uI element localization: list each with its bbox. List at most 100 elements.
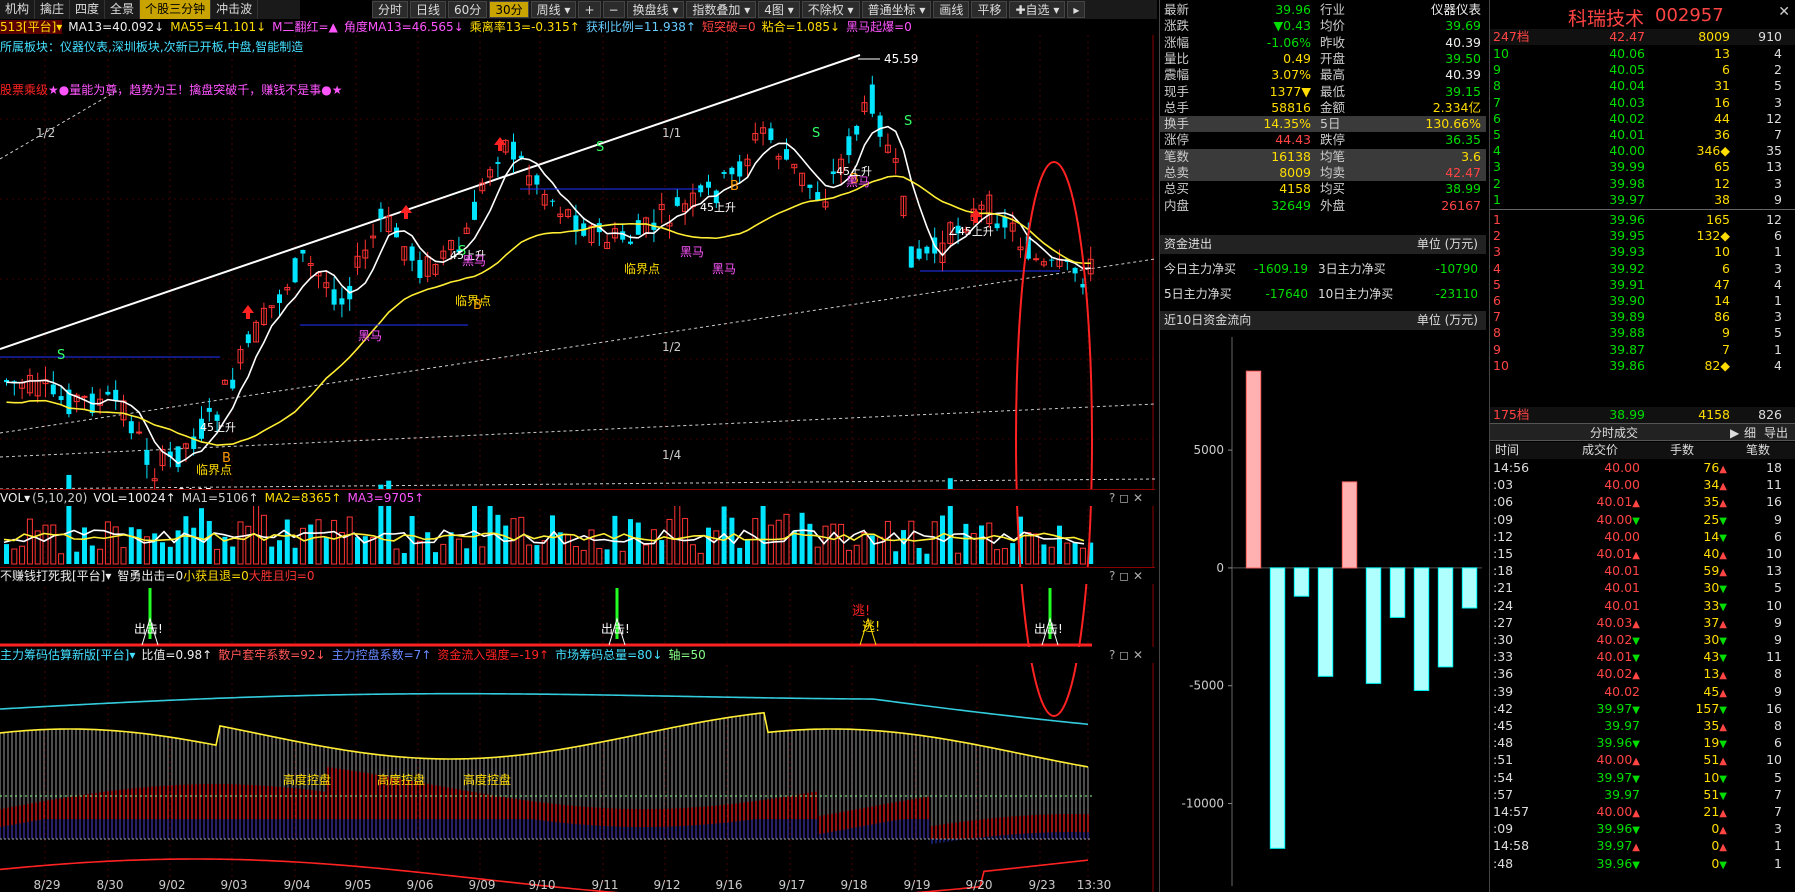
toolbar-left-item[interactable]: 四度 — [70, 0, 106, 19]
toolbar-left-item[interactable]: 冲击波 — [211, 0, 259, 19]
toolbar-right-item[interactable]: 4图 ▾ — [758, 1, 800, 18]
ma-formula-selector[interactable]: 513[平台]▾ — [0, 20, 63, 34]
quote-value: 39.15 — [1445, 83, 1481, 99]
sell-total-orders: 910 — [1758, 29, 1782, 44]
toolbar-right-item[interactable]: − — [602, 1, 625, 18]
x-axis-label: 9/06 — [407, 878, 434, 892]
volume-bar — [760, 505, 766, 564]
sell-price: 40.02 — [1609, 110, 1645, 126]
buy-level-row[interactable]: 3 39.93 10 1 — [1490, 244, 1795, 260]
sell-level-row[interactable]: 8 40.04 31 5 — [1490, 78, 1795, 94]
close-icon[interactable]: ✕ — [1778, 4, 1790, 20]
buy-level-row[interactable]: 8 39.88 9 5 — [1490, 325, 1795, 341]
buy-level-row[interactable]: 7 39.89 86 3 — [1490, 309, 1795, 325]
tick-count: 8 — [1774, 718, 1782, 733]
toolbar-right-item[interactable]: 平移 — [971, 1, 1008, 18]
sell-level-row[interactable]: 4 40.00 346◆ 35 — [1490, 143, 1795, 159]
vol-selector[interactable]: VOL▾ — [0, 491, 30, 505]
signal-a-value: 智勇出击=0 — [117, 569, 184, 583]
toolbar-right-item[interactable]: ✚自选 ▾ — [1009, 1, 1066, 18]
kline-chart-svg[interactable]: 1/21/11/21/445.5934.15SSSSSBBBB45上升45上升4… — [0, 19, 1155, 892]
toolbar-left-item[interactable]: 机构 — [0, 0, 36, 19]
sell-level-row[interactable]: 7 40.03 16 3 — [1490, 95, 1795, 111]
order-book-panel: 科瑞技术 002957 ✕ 247档 42.47 8009 910 10 40.… — [1489, 0, 1795, 892]
tick-time: :06 — [1493, 494, 1514, 510]
blackhorse-label: 黑马 — [712, 262, 736, 276]
sell-volume: 31 — [1714, 78, 1730, 94]
buy-level-row[interactable]: 5 39.91 47 4 — [1490, 277, 1795, 293]
candle-body — [1049, 259, 1055, 261]
signal-panel-controls[interactable]: ? ◻ ✕ — [1109, 568, 1143, 584]
tick-row: :45 39.97 35▲ 8 — [1490, 718, 1795, 734]
vol-indicator-header: VOL▾ (5,10,20) VOL=10024↑ MA1=5106↑ MA2=8365… — [0, 490, 1155, 506]
tick-count: 3 — [1774, 821, 1782, 837]
signal-selector[interactable]: 不赚钱打死我[平台]▾ — [0, 569, 111, 583]
sell-level-row[interactable]: 1 39.97 38 9 — [1490, 192, 1795, 208]
vol-ma3-value: MA3=9705↑ — [347, 491, 425, 505]
sell-volume: 44 — [1714, 110, 1730, 126]
volume-bar — [814, 546, 821, 565]
buy-level: 2 — [1493, 228, 1501, 244]
toolbar-right-item[interactable]: 画线 — [933, 1, 970, 18]
toolbar-right-item[interactable]: 指数叠加 ▾ — [686, 1, 757, 18]
tick-time: :54 — [1493, 769, 1514, 785]
volume-bar — [1057, 525, 1062, 564]
tick-row: :12 40.00 14▼ 6 — [1490, 529, 1795, 545]
chip-selector[interactable]: 主力筹码估算新版[平台]▾ — [0, 648, 135, 662]
ticks-expand-icon[interactable]: ▶ — [1730, 424, 1739, 442]
tick-price: 39.96▼ — [1596, 735, 1641, 751]
toolbar-right-item[interactable]: 日线 — [410, 1, 447, 18]
quote-value: 4158 — [1279, 181, 1311, 197]
sell-level-row[interactable]: 5 40.01 36 7 — [1490, 127, 1795, 143]
ticks-detail-button[interactable]: 细 — [1744, 424, 1756, 442]
vol-panel-controls[interactable]: ? ◻ ✕ — [1109, 490, 1143, 506]
buy-level-row[interactable]: 10 39.86 82◆ 4 — [1490, 358, 1795, 374]
volume-bar — [160, 542, 165, 564]
sell-level-row[interactable]: 9 40.05 6 2 — [1490, 62, 1795, 78]
volume-bar — [183, 516, 189, 564]
toolbar-right-item[interactable]: 分时 — [372, 1, 409, 18]
kline-chart-area[interactable]: 1/21/11/21/445.5934.15SSSSSBBBB45上升45上升4… — [0, 19, 1155, 892]
toolbar-right-item[interactable]: ▸ — [1067, 1, 1086, 18]
candle-body — [472, 201, 477, 220]
toolbar-right-item[interactable]: 30分 — [489, 1, 529, 18]
sell-signal-label: S — [596, 140, 604, 155]
quote-label: 震幅 — [1164, 67, 1190, 83]
sell-level-row[interactable]: 3 39.99 65 13 — [1490, 159, 1795, 175]
toolbar-right-item[interactable]: 换盘线 ▾ — [626, 1, 685, 18]
tick-price: 39.96▼ — [1596, 855, 1641, 871]
signal-out-label: 出击! — [601, 622, 630, 636]
sell-level-row[interactable]: 6 40.02 44 12 — [1490, 111, 1795, 127]
tick-row: :48 39.96▼ 0▼ 1 — [1490, 856, 1795, 872]
buy-level-row[interactable]: 4 39.92 6 3 — [1490, 261, 1795, 277]
candle-body — [214, 414, 220, 421]
tick-time: 14:57 — [1493, 804, 1530, 819]
chip-retail-value: 散户套牢系数=92↓ — [218, 648, 326, 662]
buy-level-row[interactable]: 2 39.95 132◆ 6 — [1490, 228, 1795, 244]
toolbar-right-item[interactable]: 60分 — [448, 1, 488, 18]
tick-time: :48 — [1493, 735, 1514, 751]
toolbar-right-item[interactable]: 不除权 ▾ — [801, 1, 860, 18]
flow-y-tick-label: -10000 — [1181, 797, 1224, 811]
sell-level-row[interactable]: 10 40.06 13 4 — [1490, 46, 1795, 62]
quote-label: 总买 — [1164, 181, 1190, 197]
sell-volume: 38 — [1714, 191, 1730, 207]
toolbar-right-item[interactable]: 周线 ▾ — [530, 1, 577, 18]
toolbar-left-item[interactable]: 擒庄 — [35, 0, 71, 19]
quote-row: 现手 1377▼ 最低 39.15 — [1160, 84, 1486, 100]
ticks-export-button[interactable]: 导出 — [1764, 424, 1788, 442]
toolbar-right-item[interactable]: + — [578, 1, 601, 18]
tick-count: 6 — [1774, 735, 1782, 751]
volume-bar — [237, 521, 244, 565]
toolbar-left-item[interactable]: 个股三分钟 — [140, 0, 212, 19]
toolbar-right-item[interactable]: 普通坐标 ▾ — [861, 1, 932, 18]
sell-price: 39.98 — [1609, 175, 1645, 191]
toolbar-left-item[interactable]: 全景 — [105, 0, 141, 19]
buy-level-row[interactable]: 9 39.87 7 1 — [1490, 342, 1795, 358]
buy-level-row[interactable]: 1 39.96 165 12 — [1490, 212, 1795, 228]
sell-level-row[interactable]: 2 39.98 12 3 — [1490, 176, 1795, 192]
buy-level-row[interactable]: 6 39.90 14 1 — [1490, 293, 1795, 309]
volume-bar — [284, 519, 290, 564]
volume-bar — [799, 512, 805, 564]
chip-panel-controls[interactable]: ? ◻ ✕ — [1109, 647, 1143, 663]
